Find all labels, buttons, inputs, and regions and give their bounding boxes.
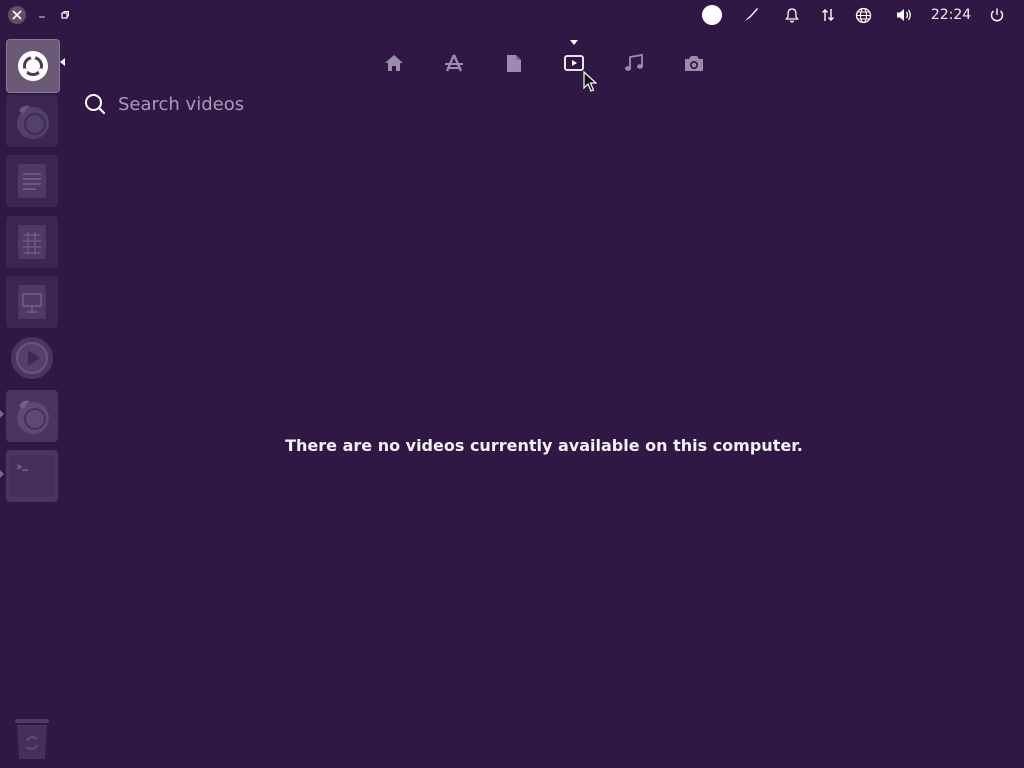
launcher-impress[interactable] xyxy=(6,276,58,328)
launcher-trash[interactable] xyxy=(6,713,58,765)
music-icon xyxy=(625,54,643,71)
running-indicator xyxy=(0,470,4,478)
firefox-icon xyxy=(17,400,49,434)
search-bar xyxy=(84,88,484,120)
search-input[interactable] xyxy=(116,92,480,116)
file-icon xyxy=(507,54,521,72)
power-icon xyxy=(990,8,1004,22)
pen-icon xyxy=(744,8,758,22)
language-indicator[interactable] xyxy=(852,4,874,26)
restore-window-button[interactable] xyxy=(56,6,74,24)
clock[interactable]: 22:24 xyxy=(928,4,974,26)
launcher-calc[interactable] xyxy=(6,216,58,268)
network-indicator[interactable] xyxy=(817,4,839,26)
launcher-media-player[interactable] xyxy=(6,332,58,384)
minimize-window-button[interactable] xyxy=(33,6,51,24)
ubuntu-logo-icon xyxy=(18,51,48,81)
camera-icon xyxy=(685,55,703,71)
network-transfer-icon xyxy=(822,9,834,21)
launcher-dash-home[interactable] xyxy=(6,39,60,93)
session-indicator[interactable] xyxy=(986,4,1008,26)
firefox-icon xyxy=(17,105,49,139)
terminal-icon xyxy=(10,455,54,497)
applications-icon xyxy=(445,54,463,72)
pen-indicator[interactable] xyxy=(740,4,762,26)
top-panel: 22:24 xyxy=(0,0,1024,30)
lens-files[interactable] xyxy=(502,50,526,76)
volume-icon xyxy=(897,9,911,21)
active-lens-marker xyxy=(570,40,578,45)
launcher xyxy=(0,30,65,768)
lens-photos[interactable] xyxy=(682,50,706,76)
home-icon xyxy=(385,55,403,71)
launcher-firefox[interactable] xyxy=(6,95,58,147)
launcher-writer[interactable] xyxy=(6,155,58,207)
search-icon xyxy=(85,94,106,115)
lens-applications[interactable] xyxy=(442,50,466,76)
trash-icon xyxy=(15,719,49,759)
user-status-indicator[interactable] xyxy=(700,4,724,26)
bell-icon xyxy=(785,8,799,23)
media-player-icon xyxy=(11,337,53,379)
globe-icon xyxy=(855,7,871,23)
presentation-icon xyxy=(18,285,46,319)
minimize-icon xyxy=(39,16,45,18)
video-icon xyxy=(564,55,584,71)
notifications-indicator[interactable] xyxy=(781,4,803,26)
desktop-screen: 22:24 Search videos There are no videos … xyxy=(0,0,1024,768)
running-indicator xyxy=(0,410,4,418)
empty-results-message: There are no videos currently available … xyxy=(285,436,803,455)
mouse-pointer-icon xyxy=(583,71,597,92)
launcher-firefox-running[interactable] xyxy=(6,390,58,442)
spreadsheet-icon xyxy=(18,225,46,259)
launcher-terminal[interactable] xyxy=(6,450,58,502)
close-icon xyxy=(12,10,22,20)
document-writer-icon xyxy=(18,164,46,198)
restore-icon xyxy=(61,11,69,19)
dash-open-arrow xyxy=(60,58,65,66)
user-status-icon xyxy=(702,5,722,25)
volume-indicator[interactable] xyxy=(893,4,915,26)
lens-music[interactable] xyxy=(622,50,646,76)
close-window-button[interactable] xyxy=(8,6,26,24)
lens-home[interactable] xyxy=(382,50,406,76)
